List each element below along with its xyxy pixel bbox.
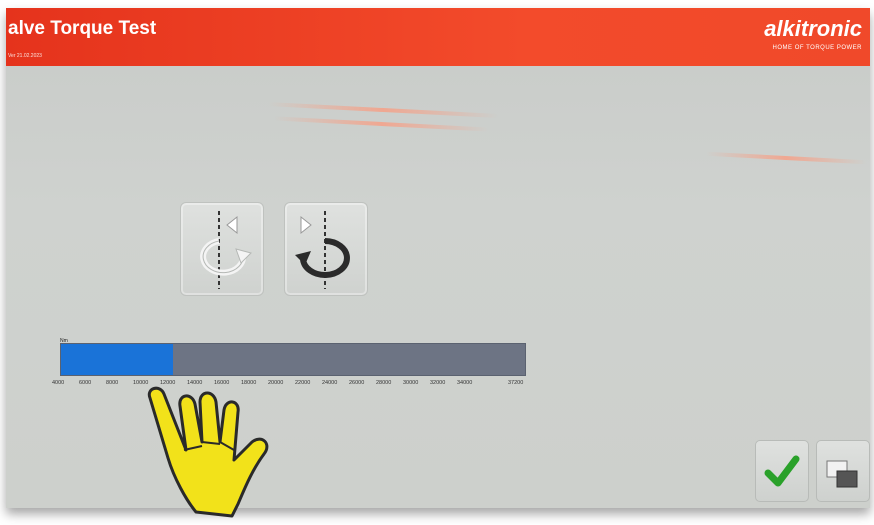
window-switch-button[interactable] [816, 440, 870, 502]
tick-label: 34000 [457, 380, 473, 386]
tick-label: 6000 [79, 380, 92, 386]
tick-label: 32000 [430, 380, 446, 386]
version-label: Ver 21.02.2023 [8, 53, 42, 59]
hand-pointer-icon [140, 380, 300, 525]
app-header: alve Torque Test Ver 21.02.2023 alkitron… [6, 8, 870, 66]
loosen-direction-button[interactable] [284, 202, 368, 296]
screen-glare [268, 101, 498, 119]
torque-slider[interactable] [60, 343, 526, 376]
rotate-clockwise-icon [200, 211, 252, 289]
torque-slider-fill [61, 344, 173, 375]
window-switch-icon [826, 460, 858, 488]
torque-scale: 4000 6000 8000 10000 12000 14000 16000 18000 200… [52, 380, 552, 390]
brand-tagline: HOME OF TORQUE POWER [772, 45, 862, 51]
tick-label: 24000 [322, 380, 338, 386]
tick-label: 8000 [106, 380, 119, 386]
rotate-counterclockwise-icon [295, 211, 350, 289]
brand-logo: alkitronic [764, 16, 862, 41]
tighten-direction-button[interactable] [180, 202, 264, 296]
tick-label: 4000 [52, 380, 65, 386]
screen-glare [274, 116, 489, 132]
tick-label: 26000 [349, 380, 365, 386]
tick-label: 30000 [403, 380, 419, 386]
tick-label: 28000 [376, 380, 392, 386]
tick-label: 37200 [508, 380, 524, 386]
screen-glare [706, 151, 866, 165]
app-screen: alve Torque Test Ver 21.02.2023 alkitron… [6, 8, 870, 508]
confirm-button[interactable] [755, 440, 809, 502]
page-title: alve Torque Test [8, 18, 157, 39]
checkmark-icon [764, 455, 800, 487]
